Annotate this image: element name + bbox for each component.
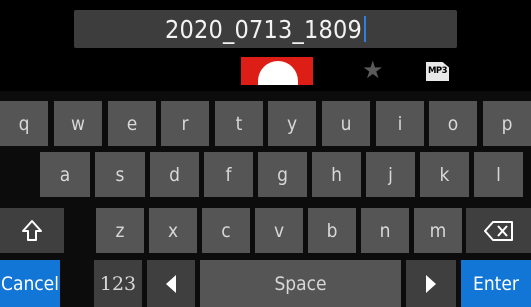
key-label: w: [71, 112, 85, 135]
key-label: g: [277, 163, 288, 186]
key-e[interactable]: e: [108, 101, 156, 146]
key-k[interactable]: k: [420, 152, 469, 197]
key-n[interactable]: n: [361, 208, 409, 253]
key-label: m: [429, 219, 447, 242]
key-label: s: [115, 163, 125, 186]
file-info-row: ★ MP3: [0, 53, 531, 85]
key-label: d: [169, 163, 180, 186]
mp3-file-icon: MP3: [426, 62, 449, 81]
space-key[interactable]: Space: [200, 260, 401, 307]
key-r[interactable]: r: [161, 101, 209, 146]
numbers-label: 123: [99, 272, 137, 295]
key-h[interactable]: h: [312, 152, 361, 197]
key-c[interactable]: c: [202, 208, 250, 253]
enter-label: Enter: [473, 272, 519, 295]
shift-icon: [22, 219, 42, 241]
record-icon: [241, 57, 313, 85]
key-s[interactable]: s: [95, 152, 145, 197]
cancel-label: Cancel: [1, 272, 59, 295]
key-label: r: [181, 112, 189, 135]
key-label: v: [273, 219, 285, 242]
key-label: p: [501, 112, 513, 135]
key-label: o: [447, 112, 459, 135]
key-j[interactable]: j: [366, 152, 415, 197]
key-z[interactable]: z: [96, 208, 144, 253]
key-t[interactable]: t: [215, 101, 263, 146]
key-label: e: [126, 112, 138, 135]
key-label: z: [115, 219, 125, 242]
key-f[interactable]: f: [204, 152, 253, 197]
key-o[interactable]: o: [429, 101, 477, 146]
shift-key[interactable]: [0, 208, 64, 253]
key-p[interactable]: p: [483, 101, 531, 146]
key-w[interactable]: w: [54, 101, 102, 146]
text-caret: [363, 16, 366, 42]
key-label: c: [221, 219, 231, 242]
key-label: i: [397, 112, 403, 135]
star-icon: ★: [362, 56, 384, 84]
cursor-right-icon: [426, 274, 436, 293]
space-label: Space: [274, 272, 327, 295]
key-q[interactable]: q: [0, 101, 48, 146]
key-label: l: [496, 163, 501, 186]
key-label: k: [439, 163, 450, 186]
key-label: x: [167, 219, 179, 242]
key-x[interactable]: x: [149, 208, 197, 253]
key-label: b: [326, 219, 338, 242]
filename-input[interactable]: 2020_0713_1809: [74, 10, 457, 48]
key-label: f: [225, 163, 232, 186]
key-b[interactable]: b: [308, 208, 356, 253]
key-a[interactable]: a: [40, 152, 90, 197]
backspace-icon: [483, 220, 513, 241]
key-label: a: [59, 163, 71, 186]
key-i[interactable]: i: [376, 101, 424, 146]
key-v[interactable]: v: [255, 208, 303, 253]
key-label: j: [388, 163, 393, 186]
key-label: q: [18, 112, 30, 135]
key-l[interactable]: l: [474, 152, 523, 197]
key-label: t: [235, 112, 243, 135]
key-label: u: [340, 112, 352, 135]
key-y[interactable]: y: [268, 101, 316, 146]
cursor-left-icon: [166, 274, 176, 293]
key-m[interactable]: m: [414, 208, 462, 253]
mp3-label: MP3: [427, 66, 448, 76]
key-label: h: [331, 163, 342, 186]
key-label: n: [379, 219, 391, 242]
enter-button[interactable]: Enter: [461, 260, 531, 307]
filename-text: 2020_0713_1809: [165, 14, 362, 44]
numbers-key[interactable]: 123: [94, 260, 142, 307]
cursor-right-key[interactable]: [406, 260, 456, 307]
key-g[interactable]: g: [258, 152, 307, 197]
on-screen-keyboard: q w e r t y u i o p a s d f g h j k l z …: [0, 91, 531, 307]
cancel-button[interactable]: Cancel: [0, 260, 60, 307]
key-d[interactable]: d: [150, 152, 199, 197]
cursor-left-key[interactable]: [147, 260, 195, 307]
key-u[interactable]: u: [322, 101, 370, 146]
key-label: y: [286, 112, 298, 135]
backspace-key[interactable]: [466, 208, 531, 253]
